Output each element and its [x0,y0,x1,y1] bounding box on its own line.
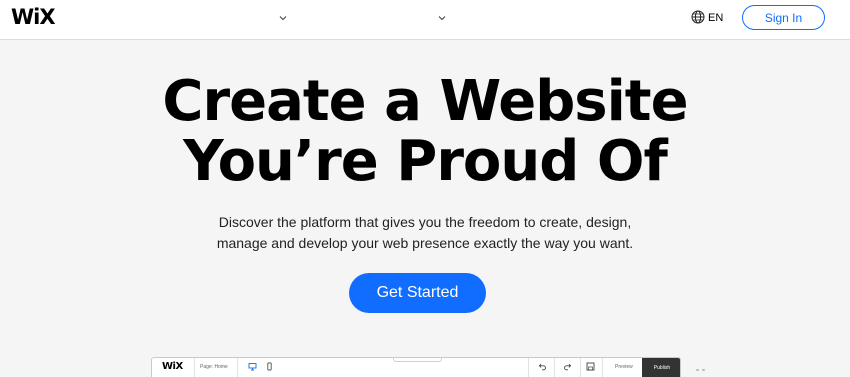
editor-handle [393,358,442,362]
editor-preview-label: Preview [615,364,633,370]
editor-divider [237,358,238,377]
hero-title-line-1: Create a Website [162,69,688,134]
hero-subtitle-line-1: Discover the platform that gives you the… [218,214,632,230]
editor-preview: WiX Page: Home Preview Publish [151,357,681,377]
editor-page-selector: Page: Home [200,364,228,370]
hero-subtitle: Discover the platform that gives you the… [0,212,850,254]
get-started-button[interactable]: Get Started [349,273,486,313]
wix-logo[interactable]: WiX [11,5,56,29]
mobile-icon [267,362,272,371]
undo-icon [538,363,546,371]
chevron-down-icon[interactable] [437,13,447,23]
hero-title: Create a Website You’re Proud Of [0,72,850,192]
language-selector[interactable]: EN [708,12,723,24]
save-icon [586,362,595,371]
editor-publish-button: Publish [642,358,680,377]
redo-icon [564,363,572,371]
editor-divider [602,358,603,377]
sign-in-button[interactable]: Sign In [742,5,825,30]
globe-icon[interactable] [691,10,705,24]
editor-divider [528,358,529,377]
editor-divider [554,358,555,377]
editor-wix-logo: WiX [162,361,183,372]
desktop-icon [248,363,257,371]
decorative-dot [696,369,699,371]
chevron-down-icon[interactable] [278,13,288,23]
hero-title-line-2: You’re Proud Of [183,129,668,194]
decorative-dot [702,369,705,371]
editor-divider [194,358,195,377]
editor-divider [580,358,581,377]
top-navigation-bar: WiX EN Sign In [0,0,850,40]
hero-subtitle-line-2: manage and develop your web presence exa… [216,235,634,251]
